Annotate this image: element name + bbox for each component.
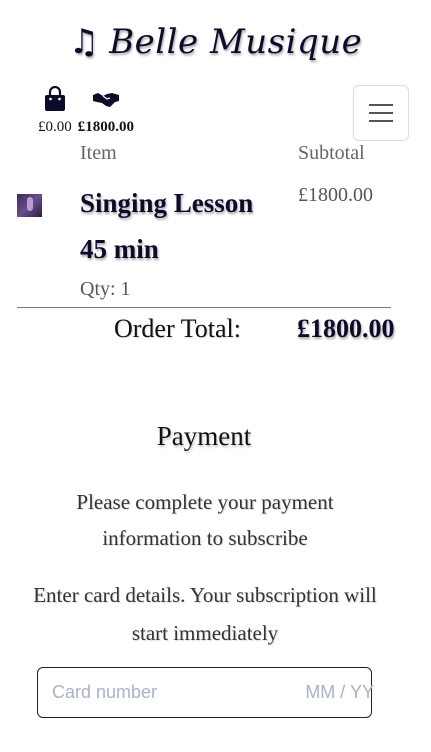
hamburger-menu-icon-line xyxy=(369,112,393,114)
header-subtotal: Subtotal xyxy=(298,144,365,164)
card-details-message: Enter card details. Your subscription wi… xyxy=(33,583,377,645)
hamburger-menu-button[interactable] xyxy=(353,85,409,141)
hamburger-menu-icon-line xyxy=(369,104,393,106)
brand-name: Belle Musique xyxy=(109,22,363,62)
subscription-link[interactable]: £1800.00 xyxy=(78,86,134,136)
handshake-icon xyxy=(92,93,119,107)
product-subtotal: £1800.00 xyxy=(298,184,373,206)
shopping-bag-icon xyxy=(44,86,65,111)
payment-title: Payment xyxy=(156,421,252,451)
microphone-icon xyxy=(27,197,33,211)
product-thumbnail xyxy=(17,194,42,217)
order-total-label: Order Total: xyxy=(114,314,241,343)
product-qty: Qty: 1 xyxy=(80,278,131,300)
product-name: Singing Lesson 45 min xyxy=(80,188,254,264)
subscription-total: £1800.00 xyxy=(77,119,134,135)
cart-table-header: Item Subtotal xyxy=(0,144,431,166)
bag-link[interactable]: £0.00 xyxy=(38,86,72,136)
nav-icons: £0.00 £1800.00 xyxy=(38,86,134,136)
card-expiry-input[interactable] xyxy=(284,682,374,703)
card-number-input[interactable] xyxy=(52,682,284,703)
divider xyxy=(17,307,391,308)
payment-instructions: Please complete your payment information… xyxy=(76,490,334,550)
hamburger-menu-icon-line xyxy=(369,120,393,122)
bag-total: £0.00 xyxy=(38,119,72,135)
order-total-value: £1800.00 xyxy=(297,314,395,343)
music-note-icon: ♫ xyxy=(68,22,100,62)
brand-logo[interactable]: ♫ Belle Musique xyxy=(0,14,431,70)
header-item: Item xyxy=(80,144,117,164)
card-element xyxy=(37,667,374,718)
